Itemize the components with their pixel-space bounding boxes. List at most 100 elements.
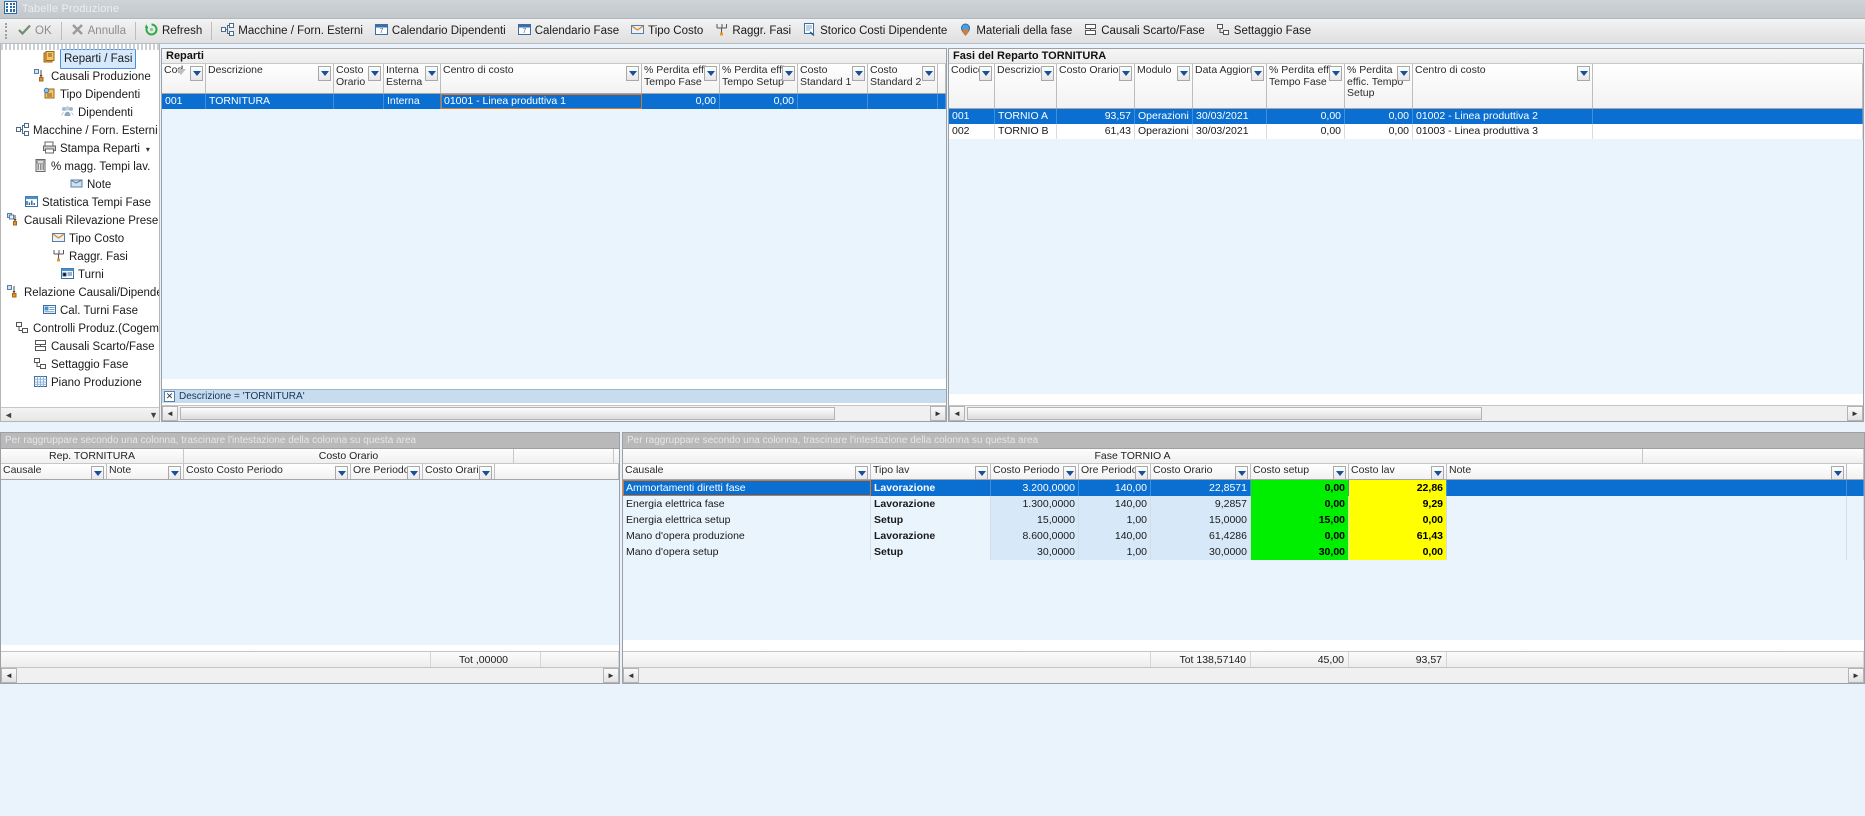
table-cell[interactable]: [798, 94, 868, 109]
refresh-button[interactable]: Refresh: [139, 20, 208, 42]
column-header-centro-di-costo[interactable]: Centro di costo: [1413, 64, 1593, 108]
table-cell[interactable]: 22,8571: [1151, 480, 1251, 496]
column-header-costo-setup[interactable]: Costo setup: [1251, 464, 1349, 479]
scroll-left-button[interactable]: ◄: [1, 668, 17, 683]
column-header-modulo[interactable]: Modulo: [1135, 64, 1193, 108]
filter-dropdown-icon[interactable]: [1577, 66, 1590, 81]
column-header-costo-orario[interactable]: Costo Orario: [1057, 64, 1135, 108]
table-row-empty[interactable]: [623, 608, 1864, 624]
scroll-track[interactable]: [17, 668, 603, 683]
filter-dropdown-icon[interactable]: [1431, 466, 1444, 479]
table-cell[interactable]: Ammortamenti diretti fase: [623, 480, 871, 496]
column-header-perdita-effic-tempo-fase[interactable]: % Perdita effic. Tempo Fase: [642, 64, 720, 93]
column-header-causale[interactable]: Causale: [1, 464, 107, 479]
table-cell[interactable]: 8.600,0000: [991, 528, 1079, 544]
table-row-empty[interactable]: [949, 139, 1863, 154]
filter-dropdown-icon[interactable]: [425, 66, 438, 81]
table-cell[interactable]: 140,00: [1079, 528, 1151, 544]
table-cell[interactable]: [334, 94, 384, 109]
filter-dropdown-icon[interactable]: [1831, 466, 1844, 479]
scroll-track[interactable]: [178, 406, 930, 421]
table-cell[interactable]: [868, 94, 938, 109]
reparti-header-row[interactable]: Cod Descrizione Costo Orario Interna Estern…: [162, 64, 946, 94]
table-cell[interactable]: Lavorazione: [871, 480, 991, 496]
bottom-left-header-row[interactable]: Causale Note Costo Costo Periodo Ore Period…: [1, 464, 619, 480]
filter-dropdown-icon[interactable]: [1333, 466, 1346, 479]
raggr-fasi-button[interactable]: Raggr. Fasi: [709, 20, 797, 42]
sidebar-item-magg-tempi-lav[interactable]: % magg. Tempi lav.: [1, 158, 159, 176]
sidebar-item-controlli-produz-cogeme[interactable]: Controlli Produz.(Cogeme): [1, 320, 159, 338]
table-row-empty[interactable]: [949, 229, 1863, 244]
table-row-empty[interactable]: [1, 600, 619, 615]
filter-close-icon[interactable]: ✕: [164, 391, 175, 402]
filter-dropdown-icon[interactable]: [782, 66, 795, 81]
table-cell[interactable]: 61,4286: [1151, 528, 1251, 544]
table-cell[interactable]: 001: [162, 94, 206, 109]
table-cell[interactable]: [1447, 544, 1847, 560]
column-header-costo-standard-2[interactable]: Costo Standard 2: [868, 64, 938, 93]
sidebar-item-reparti-fasi[interactable]: Reparti / Fasi: [1, 49, 159, 69]
scroll-right-button[interactable]: ►: [1847, 406, 1863, 421]
materiali-della-fase-button[interactable]: Materiali della fase: [953, 20, 1078, 42]
table-row-empty[interactable]: [949, 274, 1863, 289]
table-cell[interactable]: [1447, 480, 1847, 496]
table-cell[interactable]: Operazioni I: [1135, 124, 1193, 139]
table-cell[interactable]: Energia elettrica setup: [623, 512, 871, 528]
filter-dropdown-icon[interactable]: [1251, 66, 1264, 81]
sidebar-item-causali-rilevazione-presenze[interactable]: Causali Rilevazione Presenze: [1, 212, 159, 230]
bottom-left-group-hint[interactable]: Per raggruppare secondo una colonna, tra…: [1, 433, 619, 449]
filter-dropdown-icon[interactable]: [979, 66, 992, 81]
table-row-empty[interactable]: [623, 592, 1864, 608]
calendario-dipendenti-button[interactable]: 7 Calendario Dipendenti: [369, 20, 512, 42]
column-header-centro-di-costo[interactable]: Centro di costo: [441, 64, 642, 93]
table-row-empty[interactable]: [162, 274, 946, 289]
table-cell[interactable]: 1.300,0000: [991, 496, 1079, 512]
table-row-empty[interactable]: [949, 319, 1863, 334]
column-header-ore-periodo[interactable]: Ore Periodo: [351, 464, 423, 479]
column-header-codice[interactable]: Codice: [949, 64, 995, 108]
table-cell[interactable]: TORNIO A: [995, 109, 1057, 124]
table-cell[interactable]: Mano d'opera produzione: [623, 528, 871, 544]
table-cell[interactable]: 30/03/2021: [1193, 109, 1267, 124]
causali-scarto-fase-button[interactable]: Causali Scarto/Fase: [1078, 20, 1211, 42]
tree-scroll-footer[interactable]: ◄ ▼: [1, 407, 159, 421]
filter-dropdown-icon[interactable]: [975, 466, 988, 479]
table-cell[interactable]: Setup: [871, 544, 991, 560]
sidebar-item-relazione-causali-dipendenti[interactable]: Relazione Causali/Dipendenti: [1, 284, 159, 302]
table-row-empty[interactable]: [949, 304, 1863, 319]
table-cell[interactable]: 3.200,0000: [991, 480, 1079, 496]
table-cell[interactable]: 0,00: [1251, 480, 1349, 496]
table-row-empty[interactable]: [162, 334, 946, 349]
macchine-forn-esterni-button[interactable]: Macchine / Forn. Esterni: [215, 20, 369, 42]
table-row-empty[interactable]: [949, 379, 1863, 394]
scroll-left-button[interactable]: ◄: [623, 668, 639, 683]
table-row-empty[interactable]: [162, 364, 946, 379]
table-row-empty[interactable]: [1, 585, 619, 600]
table-cell[interactable]: 01002 - Linea produttiva 2: [1413, 109, 1593, 124]
bottom-right-rows[interactable]: Ammortamenti diretti fase Lavorazione 3.20…: [623, 480, 1864, 640]
table-row-empty[interactable]: [162, 124, 946, 139]
table-cell[interactable]: 01003 - Linea produttiva 3: [1413, 124, 1593, 139]
table-row-empty[interactable]: [1, 495, 619, 510]
scroll-left-button[interactable]: ◄: [949, 406, 965, 421]
column-header-descrizione[interactable]: Descrizione: [206, 64, 334, 93]
table-cell[interactable]: 30,0000: [991, 544, 1079, 560]
table-cell[interactable]: 0,00: [1251, 496, 1349, 512]
sidebar-item-tipo-dipendenti[interactable]: Tipo Dipendenti: [1, 86, 159, 104]
scroll-left-button[interactable]: ◄: [162, 406, 178, 421]
table-cell[interactable]: Operazioni I: [1135, 109, 1193, 124]
bottom-left-hscrollbar[interactable]: ◄ ►: [1, 667, 619, 683]
bottom-right-header-row[interactable]: Causale Tipo lav Costo Periodo Ore Periodo C…: [623, 464, 1864, 480]
table-row-empty[interactable]: [949, 184, 1863, 199]
table-cell[interactable]: 0,00: [1267, 109, 1345, 124]
table-row-empty[interactable]: [949, 154, 1863, 169]
column-header-descrizione[interactable]: Descrizione: [995, 64, 1057, 108]
table-cell[interactable]: Lavorazione: [871, 528, 991, 544]
filter-dropdown-icon[interactable]: [91, 466, 104, 479]
table-row-empty[interactable]: [162, 289, 946, 304]
column-header-tipo-lav[interactable]: Tipo lav: [871, 464, 991, 479]
table-row-empty[interactable]: [1, 510, 619, 525]
scroll-right-button[interactable]: ►: [930, 406, 946, 421]
filter-dropdown-icon[interactable]: [1397, 66, 1410, 81]
table-row-empty[interactable]: [162, 214, 946, 229]
